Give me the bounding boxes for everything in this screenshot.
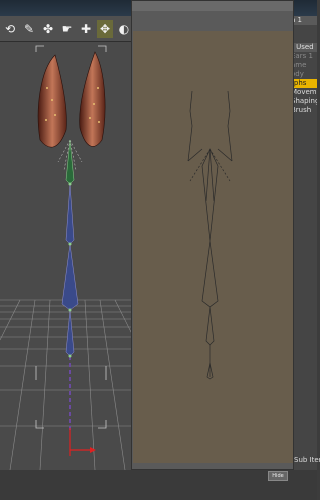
3d-viewport[interactable]: ⟲ ✎ ✤ ☛ ✚ ✥ ◐ a 1 r Used Ears 1 ame ody … — [0, 0, 320, 500]
hide-button[interactable]: Hide — [268, 471, 288, 481]
bone-chain — [57, 139, 83, 430]
skeleton-preview — [187, 90, 233, 380]
scene-view[interactable] — [0, 42, 135, 470]
rotate-tool-icon[interactable]: ⟲ — [2, 20, 18, 38]
grab-tool-icon[interactable]: ☛ — [59, 20, 75, 38]
light-icon[interactable]: ◐ — [116, 20, 132, 38]
tool-floating-window[interactable] — [131, 0, 294, 470]
bone-preview-canvas[interactable] — [133, 31, 293, 463]
bone-tool-icon[interactable]: ✚ — [78, 20, 94, 38]
axis-gizmo — [69, 428, 96, 456]
sub-items-label: Sub Items — [294, 456, 320, 464]
editing-tools-toolbar: ⟲ ✎ ✤ ☛ ✚ ✥ ◐ — [0, 16, 135, 42]
direct-manip-icon[interactable]: ✥ — [97, 19, 113, 38]
ground-grid — [0, 299, 135, 470]
morph-brush-icon[interactable]: ✤ — [40, 20, 56, 38]
elf-ears-mesh — [37, 51, 106, 148]
joint-tool-icon[interactable]: ✎ — [21, 20, 37, 38]
window-title-bar[interactable] — [132, 1, 293, 11]
